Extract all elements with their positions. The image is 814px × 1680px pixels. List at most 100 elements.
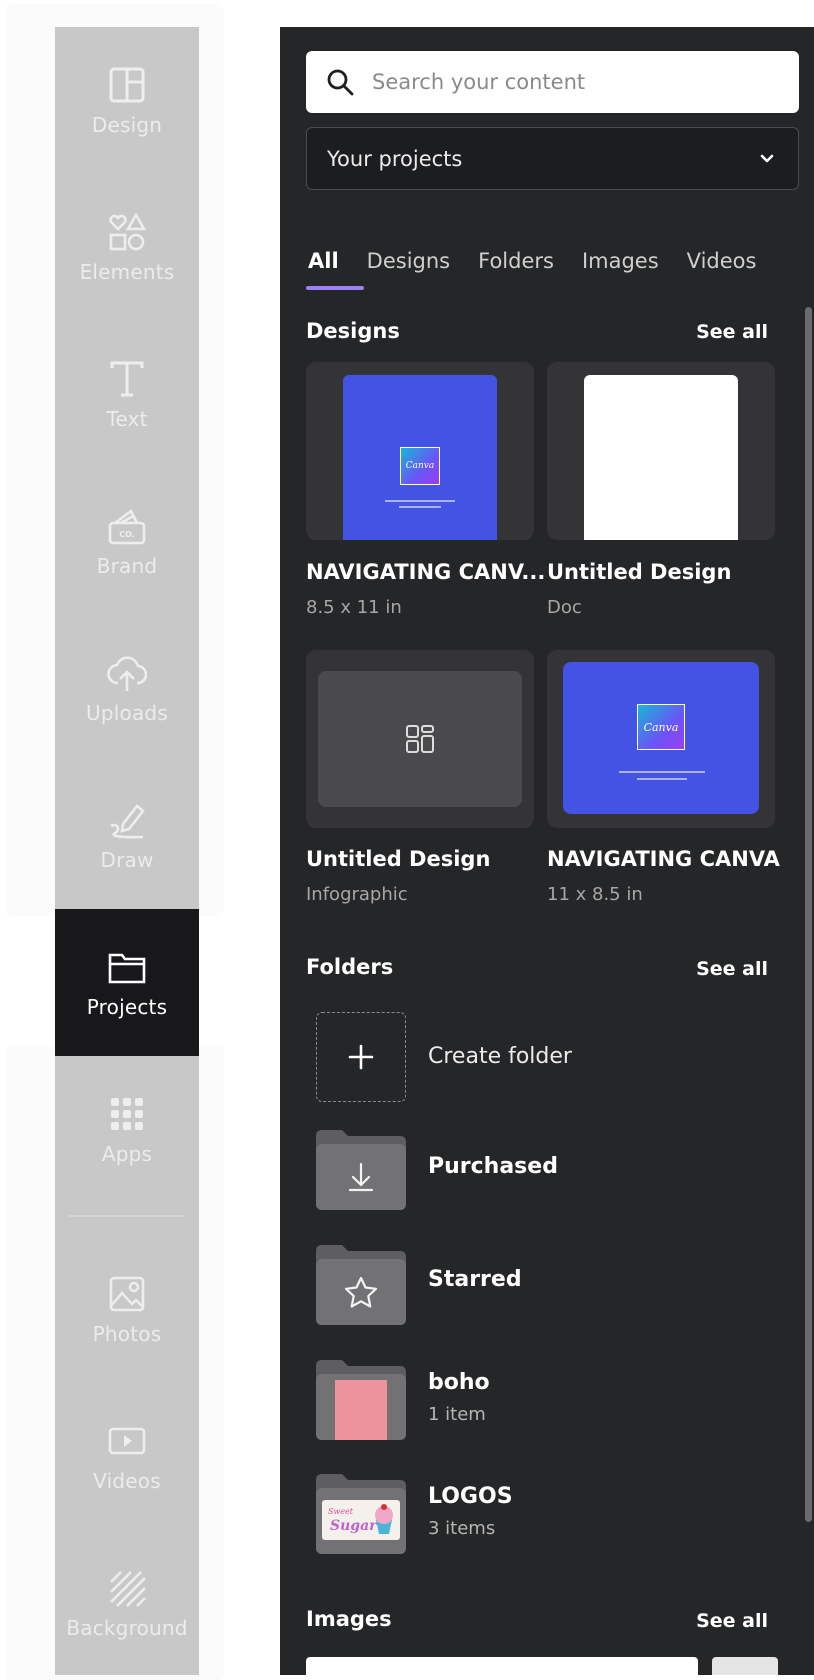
design-title: NAVIGATING CANVA [547, 847, 780, 871]
sidebar-item-text[interactable]: Text [55, 321, 199, 468]
sidebar-item-projects[interactable]: Projects [55, 909, 199, 1056]
sidebar-item-uploads[interactable]: Uploads [55, 615, 199, 762]
sidebar-item-background[interactable]: Background [55, 1530, 199, 1677]
sidebar-item-videos[interactable]: Videos [55, 1383, 199, 1530]
svg-text:Sugar: Sugar [330, 1518, 378, 1534]
design-card-untitled-infographic[interactable] [306, 650, 534, 828]
svg-text:Sweet: Sweet [328, 1507, 354, 1516]
tab-videos[interactable]: Videos [673, 239, 771, 283]
canva-logo: Canva [637, 704, 685, 750]
video-icon [108, 1427, 146, 1454]
folder-name: boho [428, 1370, 490, 1395]
design-subtitle: Infographic [306, 884, 408, 905]
design-title: NAVIGATING CANV... [306, 560, 546, 584]
shapes-icon [109, 211, 147, 250]
sidebar-item-label: Photos [92, 1321, 162, 1346]
thumbnail-caption-line [619, 771, 705, 773]
folder-item-boho[interactable]: boho 1 item [316, 1360, 776, 1452]
images-section-title: Images [306, 1607, 392, 1631]
sidebar-item-label: Apps [101, 1141, 153, 1166]
layout-icon [109, 67, 145, 102]
canva-logo: Canva [400, 447, 440, 485]
design-thumbnail [584, 375, 738, 540]
sidebar-item-label: Elements [79, 259, 175, 284]
folder-thumbnail [316, 1245, 406, 1325]
sidebar-item-draw[interactable]: Draw [55, 762, 199, 909]
tab-images[interactable]: Images [568, 239, 673, 283]
designs-section-title: Designs [306, 319, 400, 343]
folder-icon [108, 953, 146, 983]
sidebar-item-brand[interactable]: CO. Brand [55, 468, 199, 615]
folder-name: LOGOS [428, 1484, 513, 1509]
design-subtitle: 11 x 8.5 in [547, 884, 643, 905]
search-bar[interactable] [306, 51, 799, 113]
panel-scrollbar[interactable] [805, 307, 812, 1522]
chevron-down-icon [760, 154, 774, 163]
search-icon [327, 69, 354, 96]
image-thumbnail[interactable] [306, 1657, 698, 1675]
images-see-all-link[interactable]: See all [696, 1610, 768, 1632]
sidebar-item-label: Videos [93, 1468, 161, 1493]
apps-grid-icon [111, 1097, 143, 1130]
search-input[interactable] [372, 70, 772, 94]
cupcake-logo-thumbnail: Sweet Sugar [322, 1500, 400, 1540]
create-folder-button[interactable]: Create folder [316, 1012, 776, 1104]
project-filter-value: Your projects [327, 146, 463, 171]
folders-see-all-link[interactable]: See all [696, 958, 768, 980]
tab-folders[interactable]: Folders [464, 239, 568, 283]
create-folder-box [316, 1012, 406, 1102]
text-icon [110, 361, 144, 396]
folder-item-count: 1 item [428, 1404, 486, 1425]
svg-text:CO.: CO. [119, 530, 135, 539]
content-tabs: All Designs Folders Images Videos [294, 239, 770, 283]
sidebar-item-label: Brand [96, 553, 158, 578]
design-card-navigating-canva-landscape[interactable]: Canva [547, 650, 775, 828]
folder-item-starred[interactable]: Starred [316, 1245, 776, 1337]
image-thumbnail[interactable] [712, 1657, 778, 1675]
sidebar-item-label: Uploads [86, 700, 168, 725]
sidebar-item-elements[interactable]: Elements [55, 174, 199, 321]
photo-icon [109, 1276, 145, 1311]
sidebar-divider [69, 1215, 185, 1217]
tab-designs[interactable]: Designs [353, 239, 464, 283]
background-pattern-icon [110, 1570, 146, 1607]
design-subtitle: Doc [547, 597, 582, 618]
design-subtitle: 8.5 x 11 in [306, 597, 402, 618]
folder-item-count: 3 items [428, 1518, 496, 1539]
projects-panel: Your projects All Designs Folders Images… [280, 27, 814, 1675]
thumbnail-caption-line [385, 500, 455, 502]
active-tab-indicator [306, 286, 364, 290]
design-thumbnail [318, 671, 522, 807]
sidebar-item-label: Draw [100, 847, 154, 872]
cloud-upload-icon [107, 655, 147, 691]
folder-thumbnail [316, 1130, 406, 1210]
sidebar-item-design[interactable]: Design [55, 27, 199, 174]
folder-thumbnail: Sweet Sugar [316, 1474, 406, 1554]
sidebar-item-label: Design [91, 112, 163, 137]
design-title: Untitled Design [547, 560, 732, 584]
template-grid-icon [406, 725, 434, 753]
folder-item-purchased[interactable]: Purchased [316, 1130, 776, 1222]
design-thumbnail: Canva [563, 662, 759, 814]
brand-kit-icon: CO. [108, 508, 146, 544]
folders-section-title: Folders [306, 955, 394, 979]
sidebar-item-photos[interactable]: Photos [55, 1236, 199, 1383]
sidebar: Design Elements Text CO. Brand Uploads D… [55, 27, 199, 1675]
designs-see-all-link[interactable]: See all [696, 321, 768, 343]
thumbnail-caption-line [637, 778, 687, 780]
sidebar-item-label: Projects [86, 994, 168, 1019]
design-card-navigating-canva-portrait[interactable]: Canva [306, 362, 534, 540]
design-card-untitled-doc[interactable] [547, 362, 775, 540]
sidebar-item-apps[interactable]: Apps [55, 1056, 199, 1203]
sidebar-item-label: Text [106, 406, 148, 431]
sidebar-item-label: Background [66, 1615, 188, 1640]
folder-name: Purchased [428, 1154, 558, 1179]
design-thumbnail: Canva [343, 375, 497, 540]
tab-all[interactable]: All [294, 239, 353, 283]
thumbnail-caption-line [399, 506, 441, 508]
create-folder-label: Create folder [428, 1044, 572, 1069]
pink-thumbnail [335, 1380, 387, 1440]
folder-item-logos[interactable]: Sweet Sugar LOGOS 3 items [316, 1474, 776, 1566]
folder-thumbnail [316, 1360, 406, 1440]
project-filter-dropdown[interactable]: Your projects [306, 127, 799, 190]
